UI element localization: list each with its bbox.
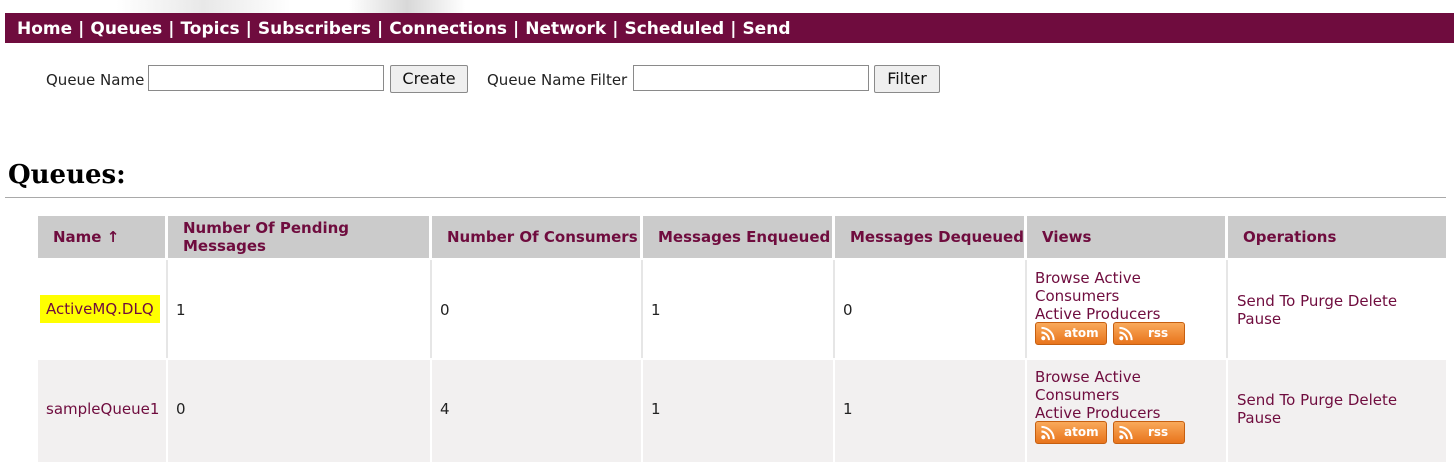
nav-separator: | [78, 19, 85, 39]
nav-queues-link[interactable]: Queues [90, 19, 162, 39]
column-divider [833, 360, 835, 462]
nav-separator: | [168, 19, 175, 39]
enqueued-count: 1 [651, 400, 661, 418]
nav-separator: | [730, 19, 737, 39]
send-to-link[interactable]: Send To [1237, 292, 1295, 310]
heading-divider [5, 197, 1446, 198]
nav-home-link[interactable]: Home [17, 19, 72, 39]
nav-topics-link[interactable]: Topics [180, 19, 239, 39]
nav-separator: | [377, 19, 384, 39]
column-divider [1025, 360, 1027, 462]
send-to-link[interactable]: Send To [1237, 391, 1295, 409]
pending-count: 1 [176, 301, 186, 319]
column-header-name-label: Name ↑ [53, 228, 120, 246]
atom-feed-button[interactable]: atom [1035, 322, 1107, 345]
nav-connections-link[interactable]: Connections [389, 19, 507, 39]
browse-link[interactable]: Browse [1035, 269, 1090, 287]
rss-feed-label: rss [1148, 425, 1169, 439]
pause-link[interactable]: Pause [1237, 409, 1281, 427]
queue-form: Queue Name Create Queue Name Filter Filt… [0, 63, 1454, 93]
rss-feed-label: rss [1148, 326, 1169, 340]
purge-link[interactable]: Purge [1300, 391, 1343, 409]
table-row: sampleQueue1 0 4 1 1 Browse Active Consu… [38, 360, 1446, 462]
rss-feed-button[interactable]: rss [1113, 421, 1185, 444]
top-decoration [0, 0, 1454, 13]
nav-bar: Home | Queues | Topics | Subscribers | Connectio… [5, 13, 1454, 43]
column-header-enqueued-label: Messages Enqueued [658, 228, 831, 246]
feed-icon [1041, 326, 1055, 341]
nav-separator: | [612, 19, 619, 39]
feed-icon [1119, 425, 1133, 440]
column-header-pending[interactable]: Number Of Pending Messages [168, 216, 429, 258]
column-divider [1226, 260, 1228, 358]
atom-feed-label: atom [1064, 425, 1099, 439]
nav-scheduled-link[interactable]: Scheduled [624, 19, 724, 39]
column-divider [166, 360, 168, 462]
views-links: Browse Active Consumers Active Producers [1035, 368, 1215, 422]
queue-filter-label: Queue Name Filter [487, 71, 628, 89]
enqueued-count: 1 [651, 301, 661, 319]
column-divider [641, 360, 643, 462]
column-header-enqueued[interactable]: Messages Enqueued [643, 216, 832, 258]
column-header-consumers[interactable]: Number Of Consumers [432, 216, 640, 258]
column-header-pending-label: Number Of Pending Messages [183, 219, 350, 255]
column-header-views-label: Views [1042, 228, 1092, 246]
column-divider [833, 260, 835, 358]
filter-button[interactable]: Filter [874, 65, 940, 93]
nav-separator: | [513, 19, 520, 39]
column-divider [430, 260, 432, 358]
column-header-consumers-label: Number Of Consumers [447, 228, 638, 246]
page-title: Queues: [8, 160, 126, 190]
dequeued-count: 0 [843, 301, 853, 319]
feed-icon [1041, 425, 1055, 440]
column-divider [641, 260, 643, 358]
queue-name-label: Queue Name [46, 71, 145, 89]
column-header-operations: Operations [1228, 216, 1446, 258]
column-divider [430, 360, 432, 462]
column-header-name[interactable]: Name ↑ [38, 216, 165, 258]
consumer-count: 4 [440, 400, 450, 418]
delete-link[interactable]: Delete [1348, 292, 1397, 310]
queue-name-input[interactable] [148, 65, 384, 91]
column-header-operations-label: Operations [1243, 228, 1337, 246]
atom-feed-button[interactable]: atom [1035, 421, 1107, 444]
operations-links: Send To Purge Delete Pause [1237, 391, 1427, 427]
purge-link[interactable]: Purge [1300, 292, 1343, 310]
nav-subscribers-link[interactable]: Subscribers [258, 19, 371, 39]
active-producers-link[interactable]: Active Producers [1035, 305, 1160, 323]
create-button[interactable]: Create [390, 65, 468, 93]
queue-name-link[interactable]: ActiveMQ.DLQ [40, 295, 160, 323]
browse-link[interactable]: Browse [1035, 368, 1090, 386]
rss-feed-button[interactable]: rss [1113, 322, 1185, 345]
queue-filter-input[interactable] [633, 65, 869, 91]
delete-link[interactable]: Delete [1348, 391, 1397, 409]
consumer-count: 0 [440, 301, 450, 319]
column-divider [166, 260, 168, 358]
nav-separator: | [245, 19, 252, 39]
active-producers-link[interactable]: Active Producers [1035, 404, 1160, 422]
column-header-dequeued[interactable]: Messages Dequeued [835, 216, 1024, 258]
nav-network-link[interactable]: Network [525, 19, 606, 39]
operations-links: Send To Purge Delete Pause [1237, 292, 1427, 328]
pending-count: 0 [176, 400, 186, 418]
column-divider [1226, 360, 1228, 462]
feed-icon [1119, 326, 1133, 341]
queue-name-link[interactable]: sampleQueue1 [46, 400, 159, 418]
column-header-dequeued-label: Messages Dequeued [850, 228, 1024, 246]
table-row: ActiveMQ.DLQ 1 0 1 0 Browse Active Consu… [38, 260, 1446, 358]
column-divider [1025, 260, 1027, 358]
views-links: Browse Active Consumers Active Producers [1035, 269, 1215, 323]
atom-feed-label: atom [1064, 326, 1099, 340]
nav-send-link[interactable]: Send [742, 19, 790, 39]
column-header-views: Views [1027, 216, 1225, 258]
pause-link[interactable]: Pause [1237, 310, 1281, 328]
dequeued-count: 1 [843, 400, 853, 418]
